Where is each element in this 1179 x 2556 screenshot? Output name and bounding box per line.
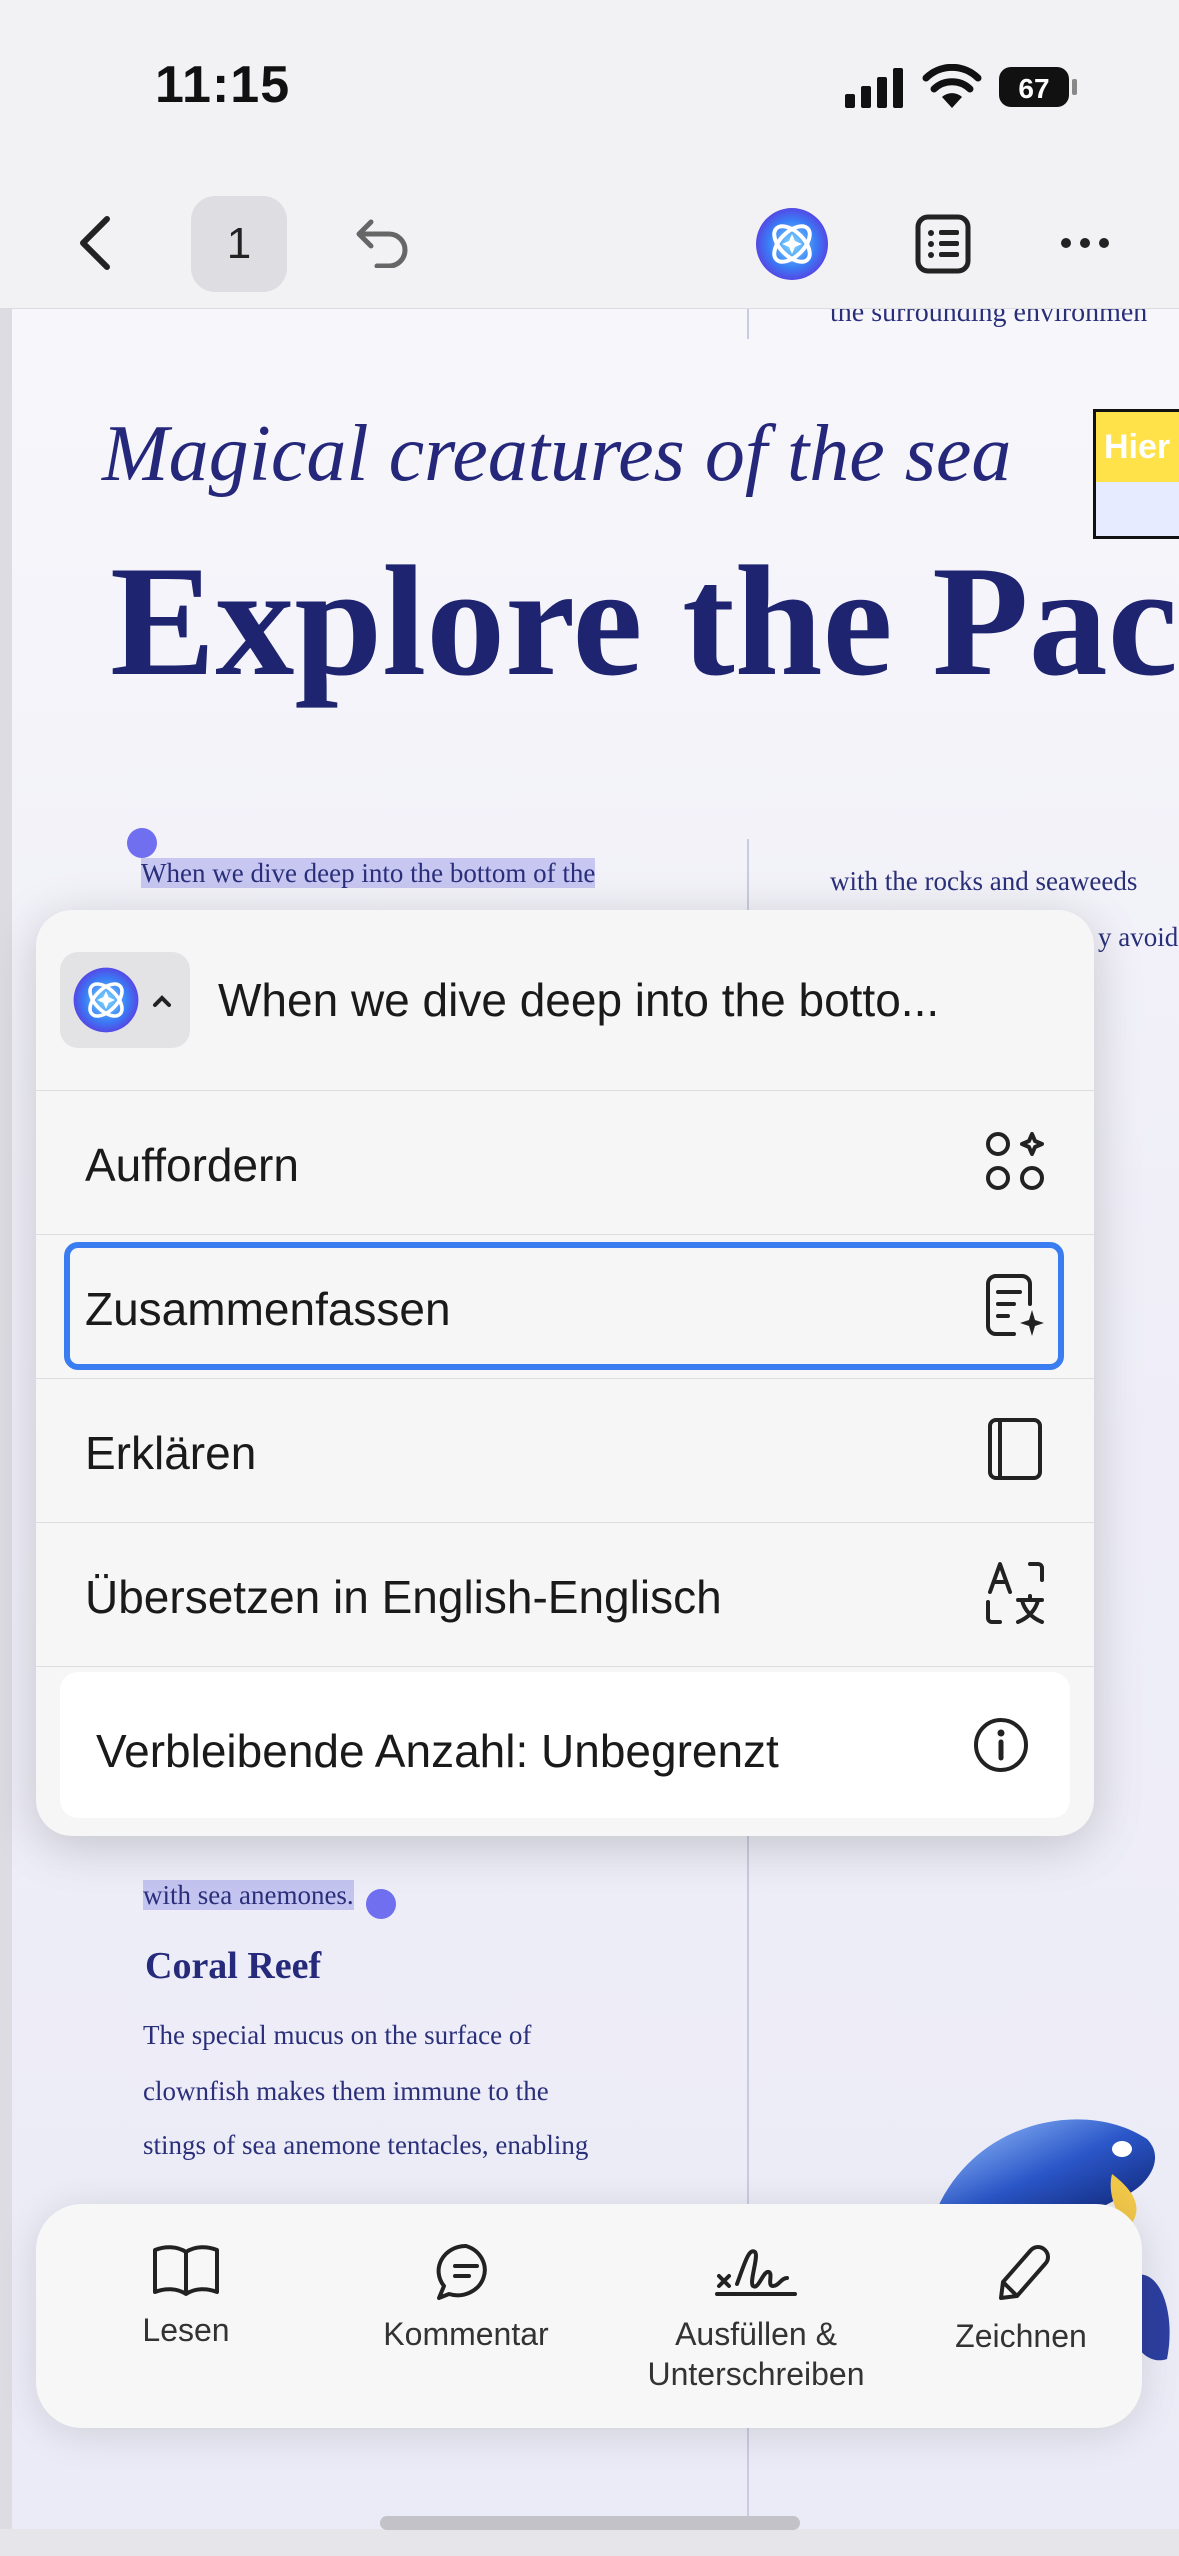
undo-icon	[356, 219, 408, 268]
chevron-up-icon	[153, 995, 171, 1007]
ai-assistant-button[interactable]	[752, 204, 832, 284]
translate-icon	[986, 1562, 1044, 1624]
battery-level: 67	[1018, 73, 1049, 104]
cellular-signal-icon	[845, 68, 903, 108]
tab-comment[interactable]: Kommentar	[346, 2204, 586, 2428]
wifi-icon	[922, 64, 982, 108]
section-heading: Coral Reef	[145, 1945, 322, 1987]
menu-item-label: Auffordern	[85, 1139, 299, 1191]
undo-button[interactable]	[348, 210, 418, 276]
menu-item-label: Erklären	[85, 1427, 257, 1479]
list-icon	[915, 214, 971, 274]
quota-label: Verbleibende Anzahl: Unbegrenzt	[96, 1725, 779, 1777]
comment-icon	[436, 2243, 487, 2300]
menu-item-label: Übersetzen in English-Englisch	[85, 1571, 722, 1623]
tab-label-line: Ausfüllen & Unterschreiben	[647, 2316, 865, 2392]
pen-icon	[999, 2245, 1050, 2300]
page-edge	[0, 309, 12, 2529]
tab-label: Zeichnen	[955, 2318, 1087, 2354]
tab-draw[interactable]: Zeichnen	[916, 2204, 1126, 2428]
selected-text-preview: When we dive deep into the botto...	[218, 974, 940, 1026]
book-icon	[988, 1418, 1042, 1480]
selected-text-line: When we dive deep into the bottom of the	[141, 858, 596, 888]
hier-annotation[interactable]: Hier	[1093, 409, 1179, 539]
signature-icon	[715, 2249, 797, 2296]
focus-ring	[64, 1242, 1064, 1370]
open-book-icon	[153, 2245, 219, 2296]
back-button[interactable]	[60, 208, 130, 278]
chevron-left-icon	[80, 216, 110, 270]
tab-label: Ausfüllen & Unterschreiben	[648, 2314, 865, 2394]
bottom-strip	[0, 2529, 1179, 2556]
top-text-fragment: the surrounding environmen	[830, 309, 1148, 328]
menu-header: When we dive deep into the botto...	[36, 910, 1094, 1091]
subtitle: Magical creatures of the sea	[102, 410, 1012, 498]
tab-label: Lesen	[142, 2312, 230, 2348]
home-indicator[interactable]	[380, 2516, 800, 2530]
selected-text-end: with sea anemones.	[143, 1880, 354, 1910]
tab-read[interactable]: Lesen	[76, 2204, 296, 2428]
top-toolbar: 1	[0, 180, 1179, 309]
body-line: clownfish makes them immune to the	[143, 2076, 549, 2106]
selection-end-handle[interactable]	[366, 1889, 396, 1919]
tab-label: Kommentar	[383, 2316, 549, 2352]
ai-context-menu: When we dive deep into the botto... Auff…	[36, 910, 1094, 1836]
column-divider	[747, 309, 749, 339]
headline: Explore the Pac	[110, 534, 1178, 709]
ai-mode-toggle[interactable]	[60, 952, 190, 1048]
body-line: The special mucus on the surface of	[143, 2020, 532, 2050]
shapes-icon	[986, 1132, 1044, 1190]
right-column-line: with the rocks and seaweeds	[830, 866, 1138, 896]
ellipsis-icon	[1061, 238, 1109, 248]
body-line: stings of sea anemone tentacles, enablin…	[143, 2130, 589, 2160]
ai-assistant-icon	[756, 208, 828, 280]
info-icon[interactable]	[970, 1714, 1032, 1776]
right-column-line: y avoid	[1098, 922, 1179, 952]
clock: 11:15	[155, 56, 291, 114]
menu-item-translate[interactable]: Übersetzen in English-Englisch	[36, 1522, 1094, 1667]
bottom-tab-bar: Lesen Kommentar Ausfüllen & Unterschreib…	[36, 2204, 1142, 2428]
status-bar: 11:15 67	[0, 0, 1179, 180]
menu-item-prompt[interactable]: Auffordern	[36, 1090, 1094, 1235]
tab-fill-and-sign[interactable]: Ausfüllen & Unterschreiben	[606, 2204, 906, 2428]
ai-assistant-icon	[73, 967, 139, 1033]
battery-icon: 67	[999, 67, 1077, 107]
hier-label: Hier	[1096, 412, 1179, 482]
more-button[interactable]	[1050, 210, 1120, 276]
menu-item-explain[interactable]: Erklären	[36, 1378, 1094, 1523]
remaining-quota: Verbleibende Anzahl: Unbegrenzt	[60, 1672, 1070, 1818]
outline-button[interactable]	[905, 206, 981, 282]
page-number-button[interactable]: 1	[191, 196, 287, 292]
